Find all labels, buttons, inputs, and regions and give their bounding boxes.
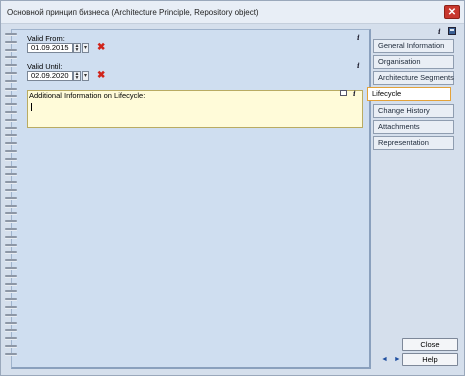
top-info-icon[interactable]: i <box>438 27 441 36</box>
spin-down-icon[interactable]: ▼ <box>75 47 80 53</box>
valid-until-label: Valid Until: <box>27 62 63 71</box>
spiral-ring <box>5 196 17 200</box>
spiral-ring <box>5 118 17 122</box>
spiral-ring <box>5 313 17 317</box>
spiral-ring <box>5 111 17 114</box>
tab-general-information[interactable]: General Information <box>373 39 454 53</box>
spiral-ring <box>5 48 17 52</box>
additional-info-info-icon[interactable]: i <box>353 89 356 98</box>
spiral-ring <box>5 40 17 44</box>
spiral-ring <box>5 321 17 325</box>
spiral-ring <box>5 228 17 231</box>
spiral-ring <box>5 173 17 177</box>
spiral-binding <box>5 33 17 363</box>
valid-until-stepper[interactable]: ▲ ▼ <box>73 71 81 81</box>
spiral-ring <box>5 352 17 356</box>
spiral-ring <box>5 33 17 36</box>
tab-lifecycle[interactable]: Lifecycle <box>367 87 451 101</box>
spiral-ring <box>5 72 17 75</box>
tab-change-history[interactable]: Change History <box>373 104 454 118</box>
additional-info-label: Additional Information on Lifecycle: <box>29 91 146 100</box>
spiral-ring <box>5 157 17 161</box>
valid-from-info-icon[interactable]: i <box>357 33 360 42</box>
spiral-ring <box>5 134 17 138</box>
spiral-ring <box>5 290 17 294</box>
spiral-ring <box>5 95 17 99</box>
spiral-ring <box>5 103 17 107</box>
valid-from-stepper[interactable]: ▲ ▼ <box>73 43 81 53</box>
spiral-ring <box>5 282 17 286</box>
spiral-ring <box>5 126 17 130</box>
help-button[interactable]: Help <box>402 353 458 366</box>
text-caret <box>31 103 32 111</box>
close-button[interactable]: Close <box>402 338 458 351</box>
dialog-window: Основной принцип бизнеса (Architecture P… <box>0 0 465 376</box>
tab-architecture-segments[interactable]: Architecture Segments <box>373 71 454 85</box>
spiral-ring <box>5 243 17 247</box>
spiral-ring <box>5 87 17 91</box>
spiral-ring <box>5 267 17 270</box>
spiral-ring <box>5 165 17 169</box>
spiral-ring <box>5 204 17 208</box>
save-icon[interactable] <box>448 27 456 35</box>
tab-scroll-arrows[interactable]: ◄ ► <box>381 356 403 363</box>
spiral-ring <box>5 212 17 216</box>
spiral-ring <box>5 329 17 333</box>
spiral-ring <box>5 79 17 83</box>
valid-from-dropdown[interactable]: ▾ <box>82 43 89 53</box>
spiral-ring <box>5 274 17 278</box>
spiral-ring <box>5 345 17 348</box>
spin-down-icon[interactable]: ▼ <box>75 75 80 81</box>
valid-until-clear-icon[interactable]: ✖ <box>97 71 105 81</box>
window-title: Основной принцип бизнеса (Architecture P… <box>7 8 259 17</box>
spiral-ring <box>5 150 17 153</box>
title-bar: Основной принцип бизнеса (Architecture P… <box>1 1 464 24</box>
spiral-ring <box>5 181 17 185</box>
tab-attachments[interactable]: Attachments <box>373 120 454 134</box>
valid-from-clear-icon[interactable]: ✖ <box>97 43 105 53</box>
spiral-ring <box>5 220 17 224</box>
spiral-ring <box>5 142 17 146</box>
spiral-ring <box>5 259 17 263</box>
valid-until-dropdown[interactable]: ▾ <box>82 71 89 81</box>
tab-representation[interactable]: Representation <box>373 136 454 150</box>
tab-organisation[interactable]: Organisation <box>373 55 454 69</box>
spiral-ring <box>5 235 17 239</box>
edit-text-icon[interactable] <box>340 90 347 96</box>
valid-from-label: Valid From: <box>27 34 65 43</box>
spiral-ring <box>5 189 17 192</box>
valid-from-field[interactable]: 01.09.2015 <box>27 43 73 53</box>
valid-until-info-icon[interactable]: i <box>357 61 360 70</box>
spiral-ring <box>5 64 17 68</box>
window-close-button[interactable]: ✕ <box>444 5 460 19</box>
spiral-ring <box>5 337 17 341</box>
spiral-ring <box>5 251 17 255</box>
valid-until-field[interactable]: 02.09.2020 <box>27 71 73 81</box>
spiral-ring <box>5 306 17 309</box>
spiral-ring <box>5 298 17 302</box>
spiral-ring <box>5 56 17 60</box>
